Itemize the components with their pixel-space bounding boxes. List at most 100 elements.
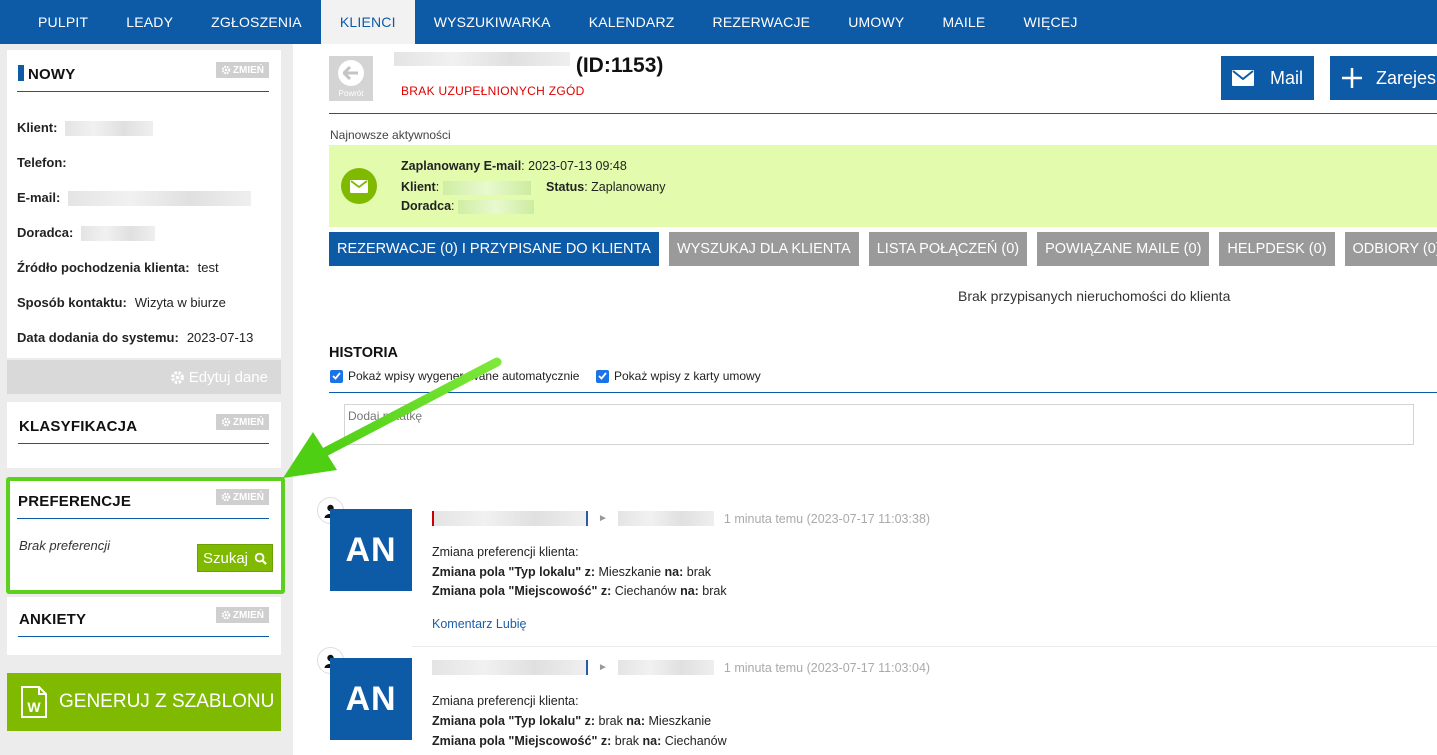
top-navigation: PULPIT LEADY ZGŁOSZENIA KLIENCI WYSZUKIW… — [0, 0, 1437, 44]
generate-from-template-button[interactable]: W GENERUJ Z SZABLONU — [7, 673, 281, 731]
nav-item-wiecej[interactable]: WIĘCEJ — [1004, 0, 1096, 44]
change-to-label: na: — [642, 734, 662, 748]
entry-change-line: Zmiana pola "Miejscowość" z: Ciechanów n… — [432, 584, 727, 598]
gear-icon — [221, 492, 231, 502]
tab-related-mails[interactable]: POWIĄZANE MAILE (0) — [1037, 232, 1210, 266]
mail-button[interactable]: Mail — [1221, 56, 1314, 100]
change-to: brak — [698, 584, 727, 598]
nav-item-wyszukiwarka[interactable]: WYSZUKIWARKA — [415, 0, 570, 44]
activity-status-label: Status — [546, 180, 585, 194]
phone-label: Telefon: — [17, 155, 67, 170]
activity-email-date: : 2023-07-13 09:48 — [521, 159, 627, 173]
change-field: Zmiana pola "Typ lokalu" z: — [432, 714, 596, 728]
classification-header: KLASYFIKACJA ZMIEŃ — [18, 414, 269, 444]
entry-intro: Zmiana preferencji klienta: — [432, 694, 579, 708]
status-title-text: NOWY — [28, 66, 76, 83]
tab-search-for-client[interactable]: WYSZUKAJ DLA KLIENTA — [668, 232, 859, 266]
sidebar: NOWY ZMIEŃ Klient: Telefon: E-mail: Dora… — [0, 44, 293, 755]
no-preferences-text: Brak preferencji — [19, 538, 111, 553]
change-from: brak — [611, 734, 643, 748]
back-button[interactable]: Powrót — [329, 56, 373, 101]
added-row: Data dodania do systemu: 2023-07-13 — [17, 330, 253, 345]
activity-client-redacted — [442, 180, 531, 195]
edit-data-button[interactable]: Edytuj dane — [7, 360, 281, 394]
preferences-header: PREFERENCJE ZMIEŃ — [17, 489, 269, 519]
activity-client-label: Klient — [401, 180, 436, 194]
change-field: Zmiana pola "Miejscowość" z: — [432, 734, 612, 748]
preferences-change-button[interactable]: ZMIEŃ — [215, 489, 269, 505]
consent-warning: BRAK UZUPEŁNIONYCH ZGÓD — [401, 84, 585, 98]
client-label: Klient: — [17, 120, 58, 135]
surveys-change-button[interactable]: ZMIEŃ — [215, 607, 269, 623]
entry-change-line: Zmiana pola "Typ lokalu" z: Mieszkanie n… — [432, 565, 711, 579]
change-to: Mieszkanie — [645, 714, 712, 728]
change-field: Zmiana pola "Miejscowość" z: — [432, 584, 612, 598]
change-to: Ciechanów — [661, 734, 727, 748]
source-value: test — [197, 260, 219, 275]
contract-entries-label: Pokaż wpisy z karty umowy — [614, 369, 761, 383]
change-to: brak — [683, 565, 712, 579]
arrow-right-icon: ► — [598, 513, 608, 524]
entry-separator — [412, 646, 1437, 647]
entry-change-line: Zmiana pola "Miejscowość" z: brak na: Ci… — [432, 734, 727, 748]
entry-intro: Zmiana preferencji klienta: — [432, 545, 579, 559]
avatar: AN — [330, 509, 412, 591]
tab-call-list[interactable]: LISTA POŁĄCZEŃ (0) — [868, 232, 1028, 266]
activity-status-line: Status: Zaplanowany — [546, 180, 666, 194]
surveys-header: ANKIETY ZMIEŃ — [18, 607, 269, 637]
change-label: ZMIEŃ — [232, 64, 264, 76]
change-label: ZMIEŃ — [232, 491, 264, 503]
change-field: Zmiana pola "Typ lokalu" z: — [432, 565, 596, 579]
client-row: Klient: — [17, 120, 154, 137]
tab-reservations[interactable]: REZERWACJE (0) I PRZYPISANE DO KLIENTA — [329, 232, 659, 266]
activity-email-line: Zaplanowany E-mail: 2023-07-13 09:48 — [401, 159, 627, 173]
surveys-panel: ANKIETY ZMIEŃ — [7, 597, 281, 655]
change-to-label: na: — [664, 565, 684, 579]
nav-item-umowy[interactable]: UMOWY — [829, 0, 923, 44]
status-panel: NOWY ZMIEŃ Klient: Telefon: E-mail: Dora… — [7, 50, 281, 358]
latest-activity-card: Zaplanowany E-mail: 2023-07-13 09:48 Kli… — [329, 145, 1437, 227]
plus-icon — [1342, 68, 1362, 88]
classification-change-button[interactable]: ZMIEŃ — [215, 414, 269, 430]
nav-item-klienci[interactable]: KLIENCI — [320, 0, 415, 44]
envelope-icon — [341, 168, 377, 204]
nav-item-zgloszenia[interactable]: ZGŁOSZENIA — [192, 0, 321, 44]
client-title: (ID:1153) — [394, 52, 663, 78]
advisor-label: Doradca: — [17, 225, 74, 240]
search-preferences-button[interactable]: Szukaj — [197, 544, 273, 572]
arrow-left-icon — [338, 59, 364, 86]
email-row: E-mail: — [17, 190, 252, 207]
tab-helpdesk[interactable]: HELPDESK (0) — [1219, 232, 1335, 266]
nav-item-rezerwacje[interactable]: REZERWACJE — [694, 0, 830, 44]
status-change-button[interactable]: ZMIEŃ — [215, 62, 269, 78]
nav-item-kalendarz[interactable]: KALENDARZ — [570, 0, 694, 44]
register-button[interactable]: Zarejes — [1330, 56, 1437, 100]
nav-item-pulpit[interactable]: PULPIT — [19, 0, 107, 44]
activity-client-line: Klient: — [401, 180, 531, 195]
contract-entries-checkbox[interactable]: Pokaż wpisy z karty umowy — [596, 369, 761, 383]
tab-pickups[interactable]: ODBIORY (0) — [1344, 232, 1437, 266]
preferences-panel: PREFERENCJE ZMIEŃ Brak preferencji Szuka… — [6, 477, 285, 594]
phone-row: Telefon: — [17, 155, 75, 170]
change-from: brak — [595, 714, 627, 728]
nav-item-leady[interactable]: LEADY — [107, 0, 192, 44]
entry-time: 1 minuta temu (2023-07-17 11:03:04) — [723, 660, 931, 675]
latest-activity-label: Najnowsze aktywności — [330, 128, 451, 142]
auto-entries-checkbox[interactable]: Pokaż wpisy wygenerowane automatycznie — [330, 369, 579, 383]
added-label: Data dodania do systemu: — [17, 330, 179, 345]
source-row: Źródło pochodzenia klienta: test — [17, 260, 219, 275]
preferences-title: PREFERENCJE — [18, 493, 132, 510]
add-note-input[interactable]: Dodaj notatkę — [344, 404, 1414, 445]
nav-item-maile[interactable]: MAILE — [923, 0, 1004, 44]
header-divider — [329, 113, 1437, 114]
activity-email-label: Zaplanowany E-mail — [401, 159, 522, 173]
gear-icon — [170, 370, 184, 384]
history-entry-meta: ► 1 minuta temu (2023-07-17 11:03:04) — [432, 660, 930, 675]
history-title: HISTORIA — [329, 345, 399, 361]
comment-like-links[interactable]: Komentarz Lubię — [432, 617, 527, 631]
svg-text:W: W — [27, 699, 41, 715]
checkbox-checked-icon — [330, 369, 343, 383]
gear-icon — [221, 65, 231, 75]
history-divider — [329, 392, 1437, 393]
back-label: Powrót — [338, 88, 364, 98]
